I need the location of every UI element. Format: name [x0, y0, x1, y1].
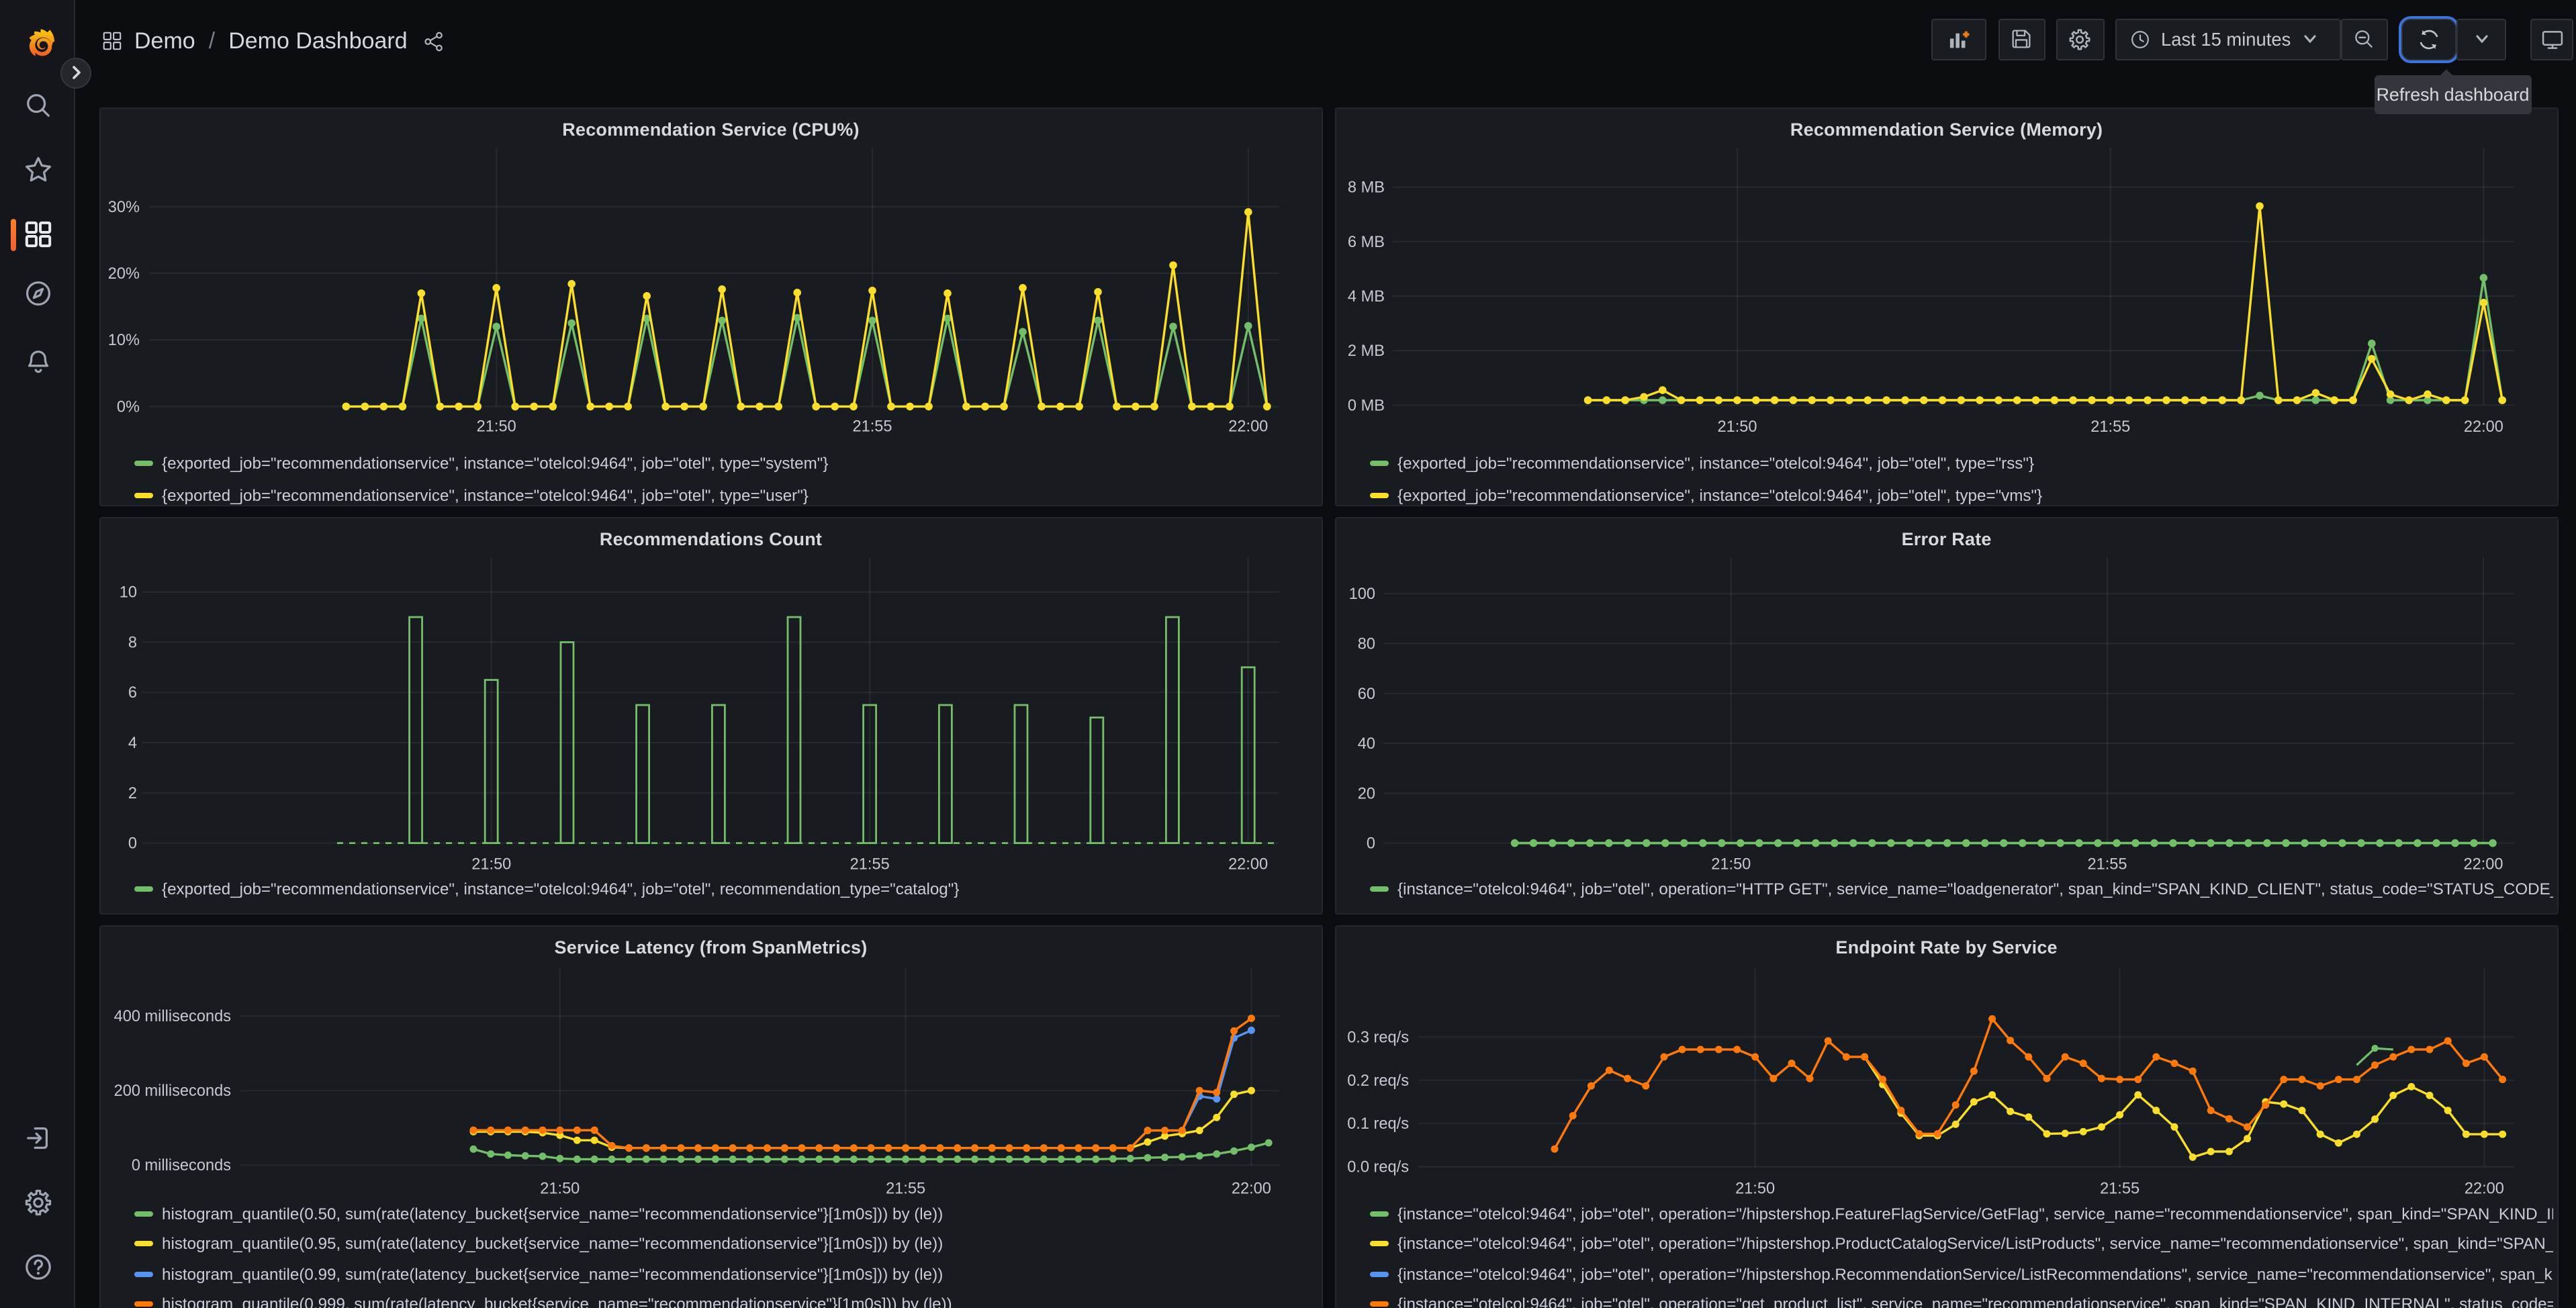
- svg-text:21:50: 21:50: [1711, 855, 1751, 873]
- svg-text:22:00: 22:00: [2464, 419, 2503, 436]
- svg-text:8 MB: 8 MB: [1348, 179, 1385, 197]
- svg-text:21:50: 21:50: [1717, 419, 1757, 436]
- svg-text:400 milliseconds: 400 milliseconds: [114, 1008, 231, 1025]
- svg-text:0.2 req/s: 0.2 req/s: [1347, 1072, 1409, 1090]
- svg-text:21:55: 21:55: [850, 855, 890, 873]
- svg-text:6 MB: 6 MB: [1348, 234, 1385, 252]
- svg-text:40: 40: [1358, 735, 1375, 753]
- svg-text:22:00: 22:00: [2465, 1180, 2504, 1197]
- svg-text:10: 10: [120, 583, 137, 601]
- svg-text:0 MB: 0 MB: [1348, 398, 1385, 415]
- svg-text:60: 60: [1358, 685, 1375, 702]
- svg-text:100: 100: [1349, 586, 1375, 603]
- svg-text:0.1 req/s: 0.1 req/s: [1347, 1115, 1409, 1133]
- svg-text:4: 4: [128, 735, 137, 752]
- svg-text:0 milliseconds: 0 milliseconds: [132, 1157, 231, 1174]
- svg-text:0.3 req/s: 0.3 req/s: [1347, 1029, 1409, 1046]
- svg-text:80: 80: [1358, 635, 1375, 653]
- svg-text:21:55: 21:55: [2100, 1180, 2140, 1197]
- svg-text:21:50: 21:50: [471, 855, 511, 873]
- svg-text:0.0 req/s: 0.0 req/s: [1347, 1159, 1409, 1176]
- svg-text:200 milliseconds: 200 milliseconds: [114, 1082, 231, 1100]
- svg-text:21:50: 21:50: [477, 418, 516, 436]
- svg-text:8: 8: [128, 634, 137, 651]
- svg-text:22:00: 22:00: [2463, 855, 2503, 873]
- svg-text:21:50: 21:50: [540, 1180, 580, 1197]
- svg-text:22:00: 22:00: [1232, 1180, 1271, 1197]
- svg-text:10%: 10%: [108, 332, 140, 350]
- svg-text:4 MB: 4 MB: [1348, 289, 1385, 306]
- svg-text:2 MB: 2 MB: [1348, 343, 1385, 361]
- svg-text:21:50: 21:50: [1735, 1180, 1775, 1197]
- svg-text:2: 2: [128, 784, 137, 802]
- svg-text:6: 6: [128, 684, 137, 702]
- svg-text:21:55: 21:55: [852, 418, 892, 436]
- svg-text:20%: 20%: [108, 266, 140, 283]
- svg-text:21:55: 21:55: [2090, 419, 2130, 436]
- svg-text:21:55: 21:55: [2087, 855, 2127, 873]
- svg-text:21:55: 21:55: [886, 1180, 925, 1197]
- svg-text:20: 20: [1358, 785, 1375, 802]
- svg-text:0: 0: [1367, 835, 1375, 852]
- svg-text:22:00: 22:00: [1228, 418, 1268, 436]
- svg-text:0%: 0%: [117, 399, 140, 416]
- svg-text:0: 0: [128, 835, 137, 852]
- svg-text:30%: 30%: [108, 199, 140, 217]
- svg-text:22:00: 22:00: [1228, 855, 1268, 873]
